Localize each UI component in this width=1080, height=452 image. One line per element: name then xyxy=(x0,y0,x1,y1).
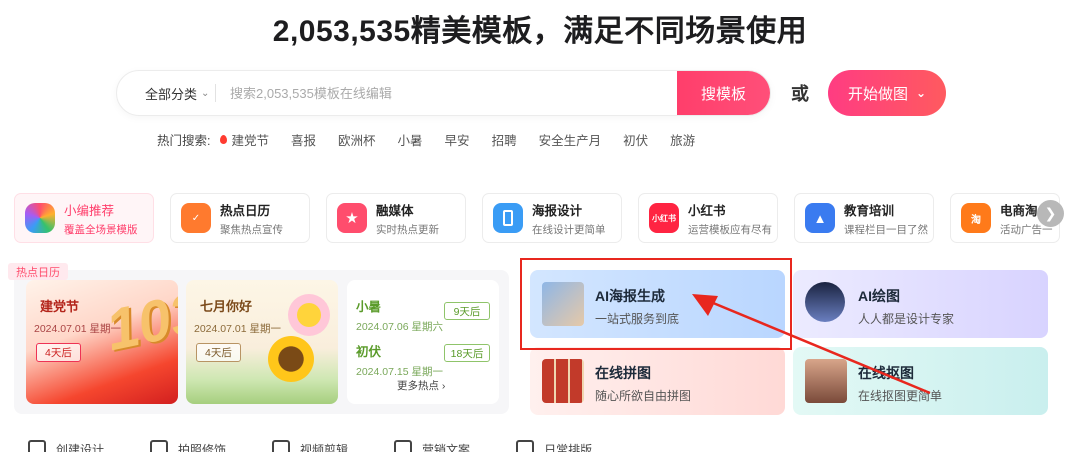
layout-icon xyxy=(516,440,535,452)
bottom-item-label: 日常排版 xyxy=(544,442,593,452)
scissors-icon xyxy=(272,440,291,452)
bottom-item-label: 拍照修饰 xyxy=(178,442,227,452)
annotation-arrow xyxy=(692,294,931,395)
bottom-item[interactable]: 创建设计 xyxy=(28,440,104,452)
copywriting-icon xyxy=(394,440,413,452)
bottom-item-label: 视频剪辑 xyxy=(300,442,349,452)
bottom-item[interactable]: 视频剪辑 xyxy=(272,440,348,452)
retouch-icon xyxy=(150,440,169,452)
bottom-item[interactable]: 营销文案 xyxy=(394,440,470,452)
create-icon xyxy=(28,440,46,452)
bottom-item[interactable]: 拍照修饰 xyxy=(150,440,226,452)
bottom-item-label: 营销文案 xyxy=(422,442,471,452)
bottom-toolbar: 创建设计 拍照修饰 视频剪辑 营销文案 日常排版 xyxy=(28,440,638,452)
bottom-item[interactable]: 日常排版 xyxy=(516,440,592,452)
bottom-item-label: 创建设计 xyxy=(56,442,105,452)
